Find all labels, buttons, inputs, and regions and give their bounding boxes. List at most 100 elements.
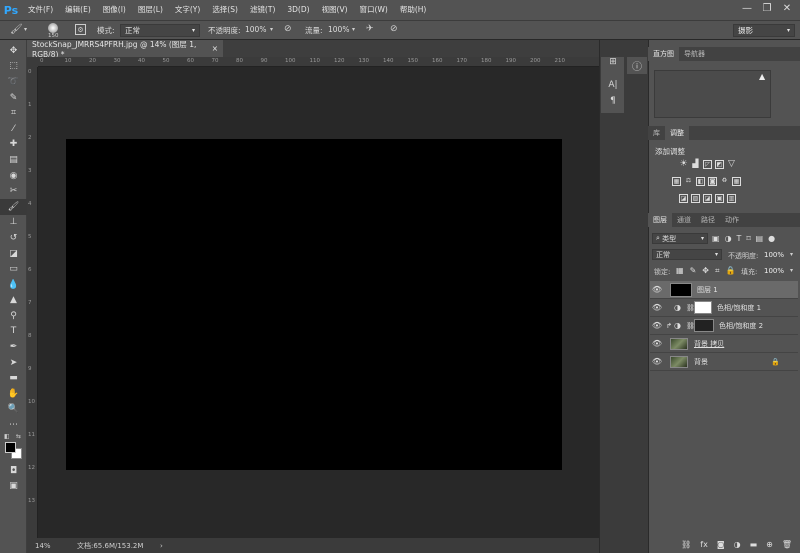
visibility-eye-icon[interactable]: 👁 [650,285,664,294]
visibility-eye-icon[interactable]: 👁 [650,357,664,366]
smart-object-filter-icon[interactable]: ▤ [756,234,764,243]
zoom-level[interactable]: 14% [35,542,51,550]
character-icon[interactable]: A| [604,80,622,90]
layer-style-icon[interactable]: fx [700,540,708,549]
dodge-tool-icon[interactable]: ⚲ [0,308,27,324]
info-icon[interactable]: ⓘ [627,57,647,74]
shape-filter-icon[interactable]: ⌑ [746,234,750,243]
brush-tool-icon[interactable]: 🖌 [10,24,23,35]
layer-name[interactable]: 色相/饱和度 2 [719,321,763,331]
properties-icon[interactable]: ⊞ [604,57,622,67]
clone-stamp-tool-icon[interactable]: ⊥ [0,215,27,231]
maximize-button[interactable]: ❐ [760,3,774,14]
color-lookup-icon[interactable]: ▦ [732,177,741,186]
new-group-icon[interactable]: ▬ [750,540,758,549]
lock-image-icon[interactable]: ✎ [690,266,697,276]
eyedropper-tool-icon[interactable]: ⁄ [0,121,27,137]
brush-preview-icon[interactable] [48,23,58,33]
zoom-tool-icon[interactable]: 🔍 [0,402,27,418]
airbrush-icon[interactable]: ✈ [366,24,374,34]
lock-all-icon[interactable]: 🔒 [725,266,735,276]
blur-tool-icon[interactable]: 💧 [0,277,27,293]
menu-image[interactable]: 图像(I) [97,0,132,20]
visibility-eye-icon[interactable]: 👁 [650,339,664,348]
type-filter-icon[interactable]: T [737,234,742,243]
document-image[interactable] [66,139,562,470]
gradient-map-icon[interactable]: ▥ [727,194,736,203]
minimize-button[interactable]: — [740,3,754,14]
layer-name[interactable]: 色相/饱和度 1 [717,303,761,313]
history-brush-tool-icon[interactable]: ↺ [0,230,27,246]
gradient-tool-icon[interactable]: ▭ [0,261,27,277]
new-layer-icon[interactable]: ⊕ [766,540,773,549]
pressure-opacity-icon[interactable]: ⊘ [284,24,292,34]
exposure-icon[interactable]: ◩ [715,160,724,169]
layer-row-hue-sat-1[interactable]: 👁 ◑ ⛓ 色相/饱和度 1 [650,299,798,317]
levels-icon[interactable]: ▟ [691,160,700,169]
layer-filter-select[interactable]: ⌕ 类型 ▾ [652,233,708,244]
brush-panel-icon[interactable]: ⚙ [75,24,86,35]
menu-file[interactable]: 文件(F) [22,0,59,20]
tab-libraries[interactable]: 库 [648,126,665,140]
pixel-filter-icon[interactable]: ▣ [712,234,720,243]
sharpen-tool-icon[interactable]: ▲ [0,293,27,309]
brightness-icon[interactable]: ☀ [679,160,688,169]
layer-name[interactable]: 背景 [694,357,708,367]
layer-row-hue-sat-2[interactable]: 👁 ↱ ◑ ⛓ 色相/饱和度 2 [650,317,798,335]
adjustment-filter-icon[interactable]: ◑ [725,234,732,243]
menu-type[interactable]: 文字(Y) [169,0,206,20]
crop-tool-icon[interactable]: ⌗ [0,105,27,121]
document-tab[interactable]: StockSnap_JMRRS4PFRH.jpg @ 14% (图层 1, RG… [27,40,223,59]
foreground-color[interactable] [5,441,16,453]
new-adjustment-icon[interactable]: ◑ [734,540,741,549]
menu-help[interactable]: 帮助(H) [394,0,433,20]
menu-select[interactable]: 选择(S) [206,0,244,20]
layer-name[interactable]: 图层 1 [697,285,718,295]
rectangle-tool-icon[interactable]: ▬ [0,370,27,386]
menu-view[interactable]: 视图(V) [316,0,354,20]
chevron-down-icon[interactable]: ▾ [790,251,793,258]
tab-paths[interactable]: 路径 [696,213,720,227]
link-layers-icon[interactable]: ⛓ [681,540,691,549]
posterize-icon[interactable]: ▨ [691,194,700,203]
menu-edit[interactable]: 编辑(E) [59,0,97,20]
status-arrow-icon[interactable]: › [160,542,163,550]
workspace-select[interactable]: 摄影 ▾ [733,24,795,37]
invert-icon[interactable]: ◪ [679,194,688,203]
menu-3d[interactable]: 3D(D) [281,0,315,20]
lasso-tool-icon[interactable]: ➰ [0,74,27,90]
type-tool-icon[interactable]: T [0,324,27,340]
menu-filter[interactable]: 滤镜(T) [244,0,281,20]
chevron-down-icon[interactable]: ▾ [790,267,793,274]
path-select-tool-icon[interactable]: ➤ [0,355,27,371]
swap-colors-icon[interactable]: ⇆ [16,433,21,440]
mask-link-icon[interactable]: ⛓ [686,322,695,330]
red-eye-tool-icon[interactable]: ◉ [0,168,27,184]
default-colors-icon[interactable]: ◧ [4,433,10,440]
filter-toggle-icon[interactable]: ● [768,234,775,243]
layer-row-layer1[interactable]: 👁 图层 1 [650,281,798,299]
fill-value[interactable]: 100% [764,267,784,275]
photo-filter-icon[interactable]: ◙ [708,177,717,186]
content-aware-move-icon[interactable]: ✂ [0,183,27,199]
delete-layer-icon[interactable]: 🗑 [782,540,792,549]
visibility-eye-icon[interactable]: 👁 [650,303,664,312]
opacity-value[interactable]: 100% [245,25,266,34]
chevron-down-icon[interactable]: ▾ [352,26,355,33]
tab-navigator[interactable]: 导航器 [679,47,710,61]
pressure-size-icon[interactable]: ⊘ [390,24,398,34]
vibrance-icon[interactable]: ▽ [727,160,736,169]
screen-mode-icon[interactable]: ▣ [0,478,27,494]
tab-adjustments[interactable]: 调整 [665,126,689,140]
color-balance-icon[interactable]: ⚖ [684,177,693,186]
healing-brush-tool-icon[interactable]: ✚ [0,137,27,153]
selective-color-icon[interactable]: ▣ [715,194,724,203]
tab-layers[interactable]: 图层 [648,213,672,227]
mode-select[interactable]: 正常 ▾ [120,24,200,37]
layer-row-background[interactable]: 👁 背景 🔒 [650,353,798,371]
lock-position-icon[interactable]: ✥ [702,266,709,276]
hue-saturation-icon[interactable]: ▦ [672,177,681,186]
menu-window[interactable]: 窗口(W) [354,0,394,20]
marquee-tool-icon[interactable]: ⬚ [0,59,27,75]
hand-tool-icon[interactable]: ✋ [0,386,27,402]
